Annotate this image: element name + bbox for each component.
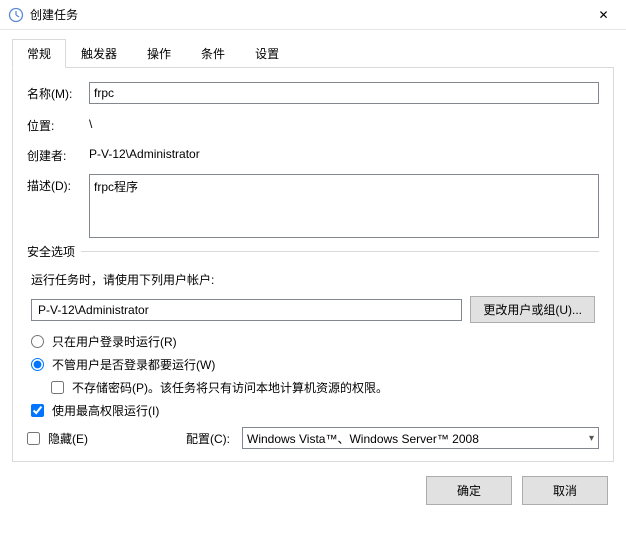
configure-for-label: 配置(C): bbox=[186, 430, 230, 447]
check-highest-priv-input[interactable] bbox=[31, 404, 44, 417]
radio-whether-logged-label: 不管用户是否登录都要运行(W) bbox=[52, 356, 215, 373]
chevron-down-icon: ▾ bbox=[589, 433, 594, 444]
radio-whether-logged-input[interactable] bbox=[31, 358, 44, 371]
run-as-prompt: 运行任务时，请使用下列用户帐户: bbox=[31, 271, 595, 288]
name-input[interactable] bbox=[89, 82, 599, 104]
tab-triggers[interactable]: 触发器 bbox=[66, 39, 132, 68]
configure-for-select[interactable]: Windows Vista™、Windows Server™ 2008 ▾ bbox=[242, 427, 599, 449]
location-value: \ bbox=[89, 114, 599, 131]
security-options-label: 安全选项 bbox=[27, 251, 599, 269]
general-panel: 名称(M): 位置: \ 创建者: P-V-12\Administrator 描… bbox=[12, 68, 614, 462]
ok-button[interactable]: 确定 bbox=[426, 476, 512, 505]
user-account-display: P-V-12\Administrator bbox=[31, 299, 462, 321]
description-input[interactable]: frpc程序 bbox=[89, 174, 599, 238]
check-highest-priv[interactable]: 使用最高权限运行(I) bbox=[31, 402, 595, 419]
clock-icon bbox=[8, 7, 24, 23]
name-label: 名称(M): bbox=[27, 82, 89, 102]
tab-general[interactable]: 常规 bbox=[12, 39, 66, 68]
check-no-password[interactable]: 不存储密码(P)。该任务将只有访问本地计算机资源的权限。 bbox=[51, 379, 595, 396]
check-hidden-input[interactable] bbox=[27, 432, 40, 445]
check-no-password-input[interactable] bbox=[51, 381, 64, 394]
radio-whether-logged[interactable]: 不管用户是否登录都要运行(W) bbox=[31, 356, 595, 373]
tab-strip: 常规 触发器 操作 条件 设置 bbox=[12, 38, 614, 68]
location-label: 位置: bbox=[27, 114, 89, 134]
content-area: 常规 触发器 操作 条件 设置 名称(M): 位置: \ 创建者: P-V-12… bbox=[0, 30, 626, 462]
change-user-button[interactable]: 更改用户或组(U)... bbox=[470, 296, 595, 323]
radio-only-logged-on[interactable]: 只在用户登录时运行(R) bbox=[31, 333, 595, 350]
close-button[interactable]: ✕ bbox=[581, 0, 626, 30]
cancel-button[interactable]: 取消 bbox=[522, 476, 608, 505]
tab-settings[interactable]: 设置 bbox=[240, 39, 294, 68]
check-hidden[interactable]: 隐藏(E) bbox=[27, 430, 88, 447]
window-title: 创建任务 bbox=[30, 6, 581, 23]
check-hidden-label: 隐藏(E) bbox=[48, 430, 88, 447]
check-no-password-label: 不存储密码(P)。该任务将只有访问本地计算机资源的权限。 bbox=[72, 379, 388, 396]
radio-only-logged-on-label: 只在用户登录时运行(R) bbox=[52, 333, 177, 350]
check-highest-priv-label: 使用最高权限运行(I) bbox=[52, 402, 159, 419]
dialog-footer: 确定 取消 bbox=[0, 462, 626, 519]
author-label: 创建者: bbox=[27, 144, 89, 164]
author-value: P-V-12\Administrator bbox=[89, 144, 599, 161]
configure-for-value: Windows Vista™、Windows Server™ 2008 bbox=[247, 430, 479, 447]
tab-conditions[interactable]: 条件 bbox=[186, 39, 240, 68]
tab-actions[interactable]: 操作 bbox=[132, 39, 186, 68]
radio-only-logged-on-input[interactable] bbox=[31, 335, 44, 348]
close-icon: ✕ bbox=[598, 8, 608, 22]
description-label: 描述(D): bbox=[27, 174, 89, 194]
title-bar: 创建任务 ✕ bbox=[0, 0, 626, 30]
